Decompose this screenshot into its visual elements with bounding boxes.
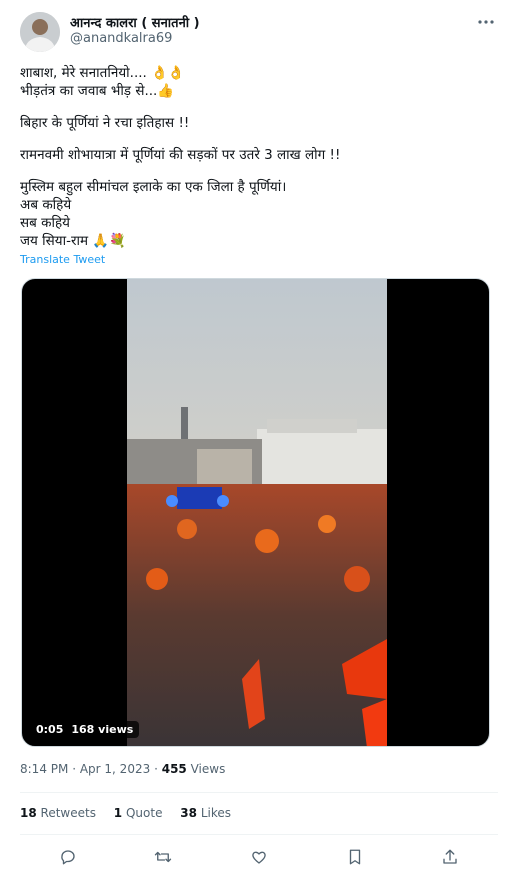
author-handle[interactable]: @anandkalra69 — [70, 31, 172, 46]
tweet-line-gap — [20, 132, 498, 146]
likes-label: Likes — [200, 806, 232, 820]
video-thumbnail — [127, 279, 387, 746]
share-icon — [443, 849, 457, 864]
avatar-photo — [20, 12, 60, 52]
likes-stat[interactable]: 38 Likes — [180, 806, 231, 820]
tweet-line: रामनवमी शोभायात्रा में पूर्णियां की सड़क… — [20, 147, 341, 163]
tweet-line: जय सिया-राम 🙏💐 — [20, 233, 126, 249]
author-name[interactable]: आनन्द कालरा ( सनातनी ) — [70, 13, 200, 31]
video-player[interactable]: 0:05 168 views — [21, 278, 490, 747]
retweet-icon — [155, 851, 172, 863]
tweet-line: शाबाश, मेरे सनातनियो.... 👌👌 — [20, 65, 185, 81]
video-views: 168 views — [71, 723, 134, 736]
tweet-line: मुस्लिम बहुल सीमांचल इलाके का एक जिला है… — [20, 179, 287, 195]
tweet-line-gap — [20, 164, 498, 178]
quotes-count: 1 — [113, 806, 123, 820]
tweet-line: भीड़तंत्र का जवाब भीड़ से...👍 — [20, 83, 175, 99]
video-meta: 0:05 168 views — [30, 721, 140, 738]
retweets-label: Retweets — [40, 806, 96, 820]
separator-dot: · — [154, 762, 158, 776]
quotes-stat[interactable]: 1 Quote — [114, 806, 163, 820]
heart-icon — [252, 851, 266, 864]
separator-dot: · — [72, 762, 77, 776]
tweet-line: अब कहिये — [20, 197, 72, 213]
bookmark-button[interactable] — [342, 844, 368, 870]
share-button[interactable] — [437, 844, 463, 870]
tweet-line-gap — [20, 100, 498, 114]
retweets-stat[interactable]: 18 Retweets — [20, 806, 96, 820]
video-duration: 0:05 — [36, 723, 64, 736]
bookmark-icon — [349, 849, 360, 865]
tweet-text: शाबाश, मेरे सनातनियो.... 👌👌 भीड़तंत्र का… — [20, 64, 498, 250]
avatar[interactable] — [20, 12, 60, 52]
engagement-stats: 18 Retweets 1 Quote 38 Likes — [20, 806, 245, 820]
divider — [20, 792, 498, 793]
views-label: Views — [190, 762, 226, 776]
views-count: 455 — [161, 762, 187, 776]
reply-button[interactable] — [55, 844, 81, 870]
tweet-line: सब कहिये — [20, 215, 70, 231]
quotes-label: Quote — [125, 806, 163, 820]
reply-icon — [61, 850, 75, 865]
divider — [20, 834, 498, 835]
more-icon[interactable] — [474, 12, 498, 32]
likes-count: 38 — [180, 806, 197, 820]
retweets-count: 18 — [20, 806, 37, 820]
tweet-line: बिहार के पूर्णियां ने रचा इतिहास !! — [20, 115, 190, 131]
translate-tweet-link[interactable]: Translate Tweet — [20, 253, 105, 266]
tweet-timestamp[interactable]: 8:14 PM · Apr 1, 2023 · 455 Views — [20, 762, 225, 776]
like-button[interactable] — [246, 844, 272, 870]
action-bar — [20, 844, 498, 870]
retweet-button[interactable] — [150, 844, 176, 870]
tweet-date: Apr 1, 2023 — [79, 762, 151, 776]
tweet-card: आनन्द कालरा ( सनातनी ) @anandkalra69 शाब… — [0, 0, 518, 878]
tweet-time: 8:14 PM — [20, 762, 69, 776]
